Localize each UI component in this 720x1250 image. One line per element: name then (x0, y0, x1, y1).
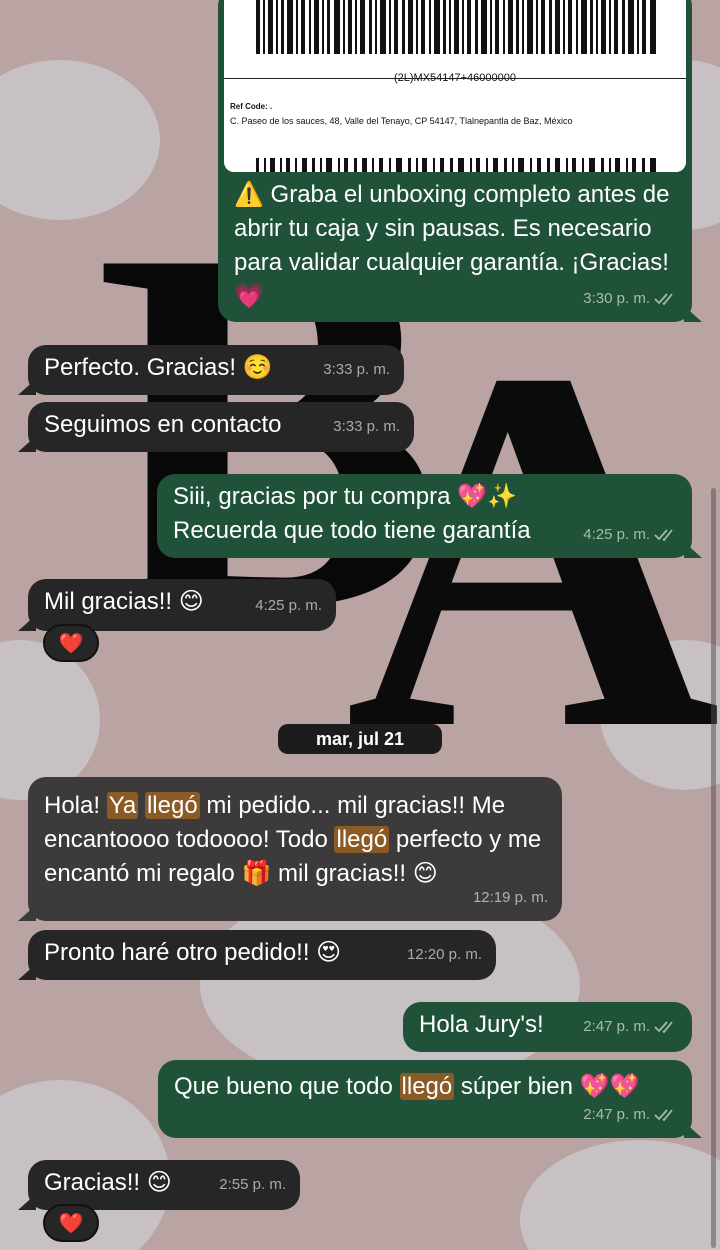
message-text: Perfecto. Gracias! ☺️ (44, 354, 273, 381)
message-bubble-outgoing[interactable]: Hola Jury's! 2:47 p. m. (403, 1002, 692, 1052)
search-highlight: llegó (399, 1073, 455, 1100)
double-check-icon (654, 1109, 673, 1122)
double-check-icon (654, 529, 673, 542)
message-bubble-outgoing[interactable]: Siii, gracias por tu compra 💖✨ Recuerda … (157, 474, 692, 558)
message-time: 4:25 p. m. (583, 526, 650, 543)
shipping-label-image[interactable]: (2L)MX54147+46000000 Ref Code: . C. Pase… (224, 0, 686, 172)
barcode-icon (256, 0, 656, 54)
message-meta: 12:20 p. m. (407, 938, 482, 972)
message-bubble-incoming[interactable]: Pronto haré otro pedido!! 😍 12:20 p. m. (28, 930, 496, 980)
search-highlight: llegó (334, 826, 390, 853)
heart-icon: ❤️ (58, 632, 84, 655)
message-time: 3:30 p. m. (583, 290, 650, 307)
search-highlight: llegó (144, 792, 200, 819)
message-bubble-incoming[interactable]: Perfecto. Gracias! ☺️ 3:33 p. m. (28, 345, 404, 395)
message-meta: 4:25 p. m. (583, 518, 678, 552)
message-meta: 12:19 p. m. (473, 881, 548, 915)
message-time: 2:47 p. m. (583, 1106, 650, 1123)
message-bubble-outgoing[interactable]: Que bueno que todo llegó súper bien 💖💖 2… (158, 1060, 692, 1138)
message-meta: 3:30 p. m. (583, 282, 678, 316)
reaction-badge[interactable]: ❤️ (43, 1204, 99, 1242)
shipping-address: C. Paseo de los sauces, 48, Valle del Te… (230, 116, 573, 126)
message-meta: 4:25 p. m. (255, 589, 322, 623)
message-meta: 2:47 p. m. (583, 1010, 678, 1044)
message-text: Mil gracias!! 😊 (44, 588, 204, 615)
message-text: Hola! Ya llegó mi pedido... mil gracias!… (44, 792, 542, 887)
message-bubble-incoming[interactable]: Seguimos en contacto 3:33 p. m. (28, 402, 414, 452)
double-check-icon (654, 1021, 673, 1034)
message-meta: 3:33 p. m. (333, 410, 400, 444)
message-text: Seguimos en contacto (44, 411, 282, 438)
message-bubble-incoming[interactable]: Hola! Ya llegó mi pedido... mil gracias!… (28, 777, 562, 921)
date-separator: mar, jul 21 (278, 724, 442, 754)
message-time: 12:19 p. m. (472, 889, 548, 906)
message-time: 2:47 p. m. (583, 1018, 650, 1035)
message-text: Hola Jury's! (419, 1011, 544, 1038)
message-meta: 3:33 p. m. (323, 353, 390, 387)
message-time: 12:20 p. m. (406, 946, 482, 963)
message-text: Siii, gracias por tu compra 💖✨ (173, 483, 517, 510)
scrollbar[interactable] (711, 488, 716, 1248)
message-text: Pronto haré otro pedido!! 😍 (44, 939, 342, 966)
message-time: 4:25 p. m. (255, 597, 322, 614)
double-check-icon (654, 293, 673, 306)
message-bubble-outgoing[interactable]: (2L)MX54147+46000000 Ref Code: . C. Pase… (218, 0, 692, 322)
message-text: Gracias!! 😊 (44, 1169, 172, 1196)
label-divider (224, 78, 686, 79)
message-bubble-incoming[interactable]: Gracias!! 😊 2:55 p. m. (28, 1160, 300, 1210)
message-time: 3:33 p. m. (323, 361, 390, 378)
message-time: 3:33 p. m. (333, 418, 400, 435)
reaction-badge[interactable]: ❤️ (43, 624, 99, 662)
heart-icon: ❤️ (58, 1212, 84, 1235)
message-meta: 2:55 p. m. (219, 1168, 286, 1202)
message-time: 2:55 p. m. (219, 1176, 286, 1193)
message-meta: 2:47 p. m. (583, 1098, 678, 1132)
barcode-icon (256, 158, 656, 172)
search-highlight: Ya (106, 792, 139, 819)
